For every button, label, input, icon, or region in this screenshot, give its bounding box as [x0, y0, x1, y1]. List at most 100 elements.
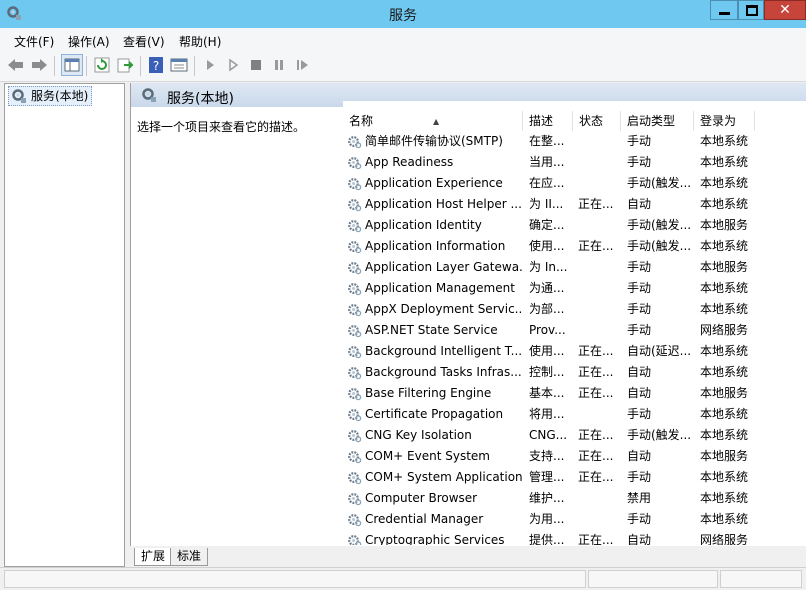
start-alt-icon[interactable] — [223, 55, 243, 75]
service-name: COM+ System Application — [365, 470, 523, 484]
column-header-logon-as[interactable]: 登录为 — [694, 111, 755, 131]
service-logon-as: 本地系统 — [700, 365, 749, 379]
table-row[interactable]: Application Identity 确定... 手动(触发... 本地服务 — [343, 215, 755, 236]
service-name: 简单邮件传输协议(SMTP) — [365, 134, 503, 148]
toolbar-separator — [54, 56, 55, 76]
column-header-status[interactable]: 状态 — [573, 111, 621, 131]
table-row[interactable]: Application Management 为通... 手动 本地系统 — [343, 278, 755, 299]
back-icon[interactable] — [6, 55, 26, 75]
service-description: 支持... — [529, 449, 565, 463]
column-header-description[interactable]: 描述 — [523, 111, 573, 131]
status-segment — [588, 570, 718, 588]
export-icon[interactable] — [115, 55, 135, 75]
table-row[interactable]: ASP.NET State Service Prov... 手动 网络服务 — [343, 320, 755, 341]
pause-icon[interactable] — [269, 55, 289, 75]
service-logon-as: 本地系统 — [700, 407, 749, 421]
table-row[interactable]: Application Layer Gatewa... 为 In... 手动 本地服务 — [343, 257, 755, 278]
table-row[interactable]: Application Information 使用... 正在... 手动(触发..… — [343, 236, 755, 257]
service-status — [578, 509, 620, 530]
minimize-button[interactable] — [710, 0, 738, 20]
tab-standard[interactable]: 标准 — [170, 548, 209, 566]
service-description: 提供... — [529, 533, 565, 545]
refresh-icon[interactable] — [92, 55, 112, 75]
tab-extended[interactable]: 扩展 — [134, 548, 173, 566]
table-row[interactable]: Application Host Helper ... 为 II... 正在... 自… — [343, 194, 755, 215]
service-name-cell: Application Layer Gatewa... — [347, 257, 523, 278]
service-gear-icon — [348, 304, 362, 317]
column-header-startup-type[interactable]: 启动类型 — [621, 111, 694, 131]
service-startup-type: 手动 — [627, 302, 652, 316]
forward-icon[interactable] — [29, 55, 49, 75]
table-row[interactable]: COM+ System Application 管理... 正在... 手动 本地系统 — [343, 467, 755, 488]
table-row[interactable]: CNG Key Isolation CNG... 正在... 手动(触发... 本地系统 — [343, 425, 755, 446]
service-logon-as: 本地系统 — [700, 470, 749, 484]
service-logon-as: 本地系统 — [700, 512, 749, 526]
service-name-cell: Background Intelligent T... — [347, 341, 523, 362]
table-row[interactable]: Cryptographic Services 提供... 正在... 自动 网络服务 — [343, 530, 755, 545]
service-logon-as: 网络服务 — [700, 323, 749, 337]
menu-help[interactable]: 帮助(H) — [179, 33, 221, 50]
service-startup-type: 手动 — [627, 281, 652, 295]
service-gear-icon — [348, 346, 362, 359]
tree-item-label: 服务(本地) — [31, 89, 89, 103]
properties-icon[interactable] — [169, 55, 189, 75]
service-startup-type: 手动(触发... — [627, 428, 692, 442]
service-name: App Readiness — [365, 155, 454, 169]
table-row[interactable]: 简单邮件传输协议(SMTP) 在整... 手动 本地系统 — [343, 131, 755, 152]
services-table: 名称 ▲ 描述 状态 启动类型 登录为 简单邮件传输协议(SMTP) 在整... 手… — [343, 101, 806, 545]
table-row[interactable]: Computer Browser 维护... 禁用 本地系统 — [343, 488, 755, 509]
service-gear-icon — [348, 136, 362, 149]
table-row[interactable]: Base Filtering Engine 基本... 正在... 自动 本地服务 — [343, 383, 755, 404]
close-button[interactable]: ✕ — [764, 0, 806, 20]
menu-file[interactable]: 文件(F) — [14, 33, 54, 50]
service-description: 为通... — [529, 281, 565, 295]
service-description: 管理... — [529, 470, 565, 484]
service-name: Credential Manager — [365, 512, 484, 526]
show-tree-icon[interactable] — [61, 54, 83, 76]
service-name-cell: Application Information — [347, 236, 523, 257]
service-startup-type: 自动 — [627, 533, 652, 545]
table-header: 名称 ▲ 描述 状态 启动类型 登录为 — [343, 111, 755, 131]
service-name: Application Information — [365, 239, 506, 253]
service-logon-as: 本地系统 — [700, 344, 749, 358]
service-name-cell: ASP.NET State Service — [347, 320, 523, 341]
service-gear-icon — [348, 262, 362, 275]
service-status — [578, 257, 620, 278]
service-logon-as: 本地系统 — [700, 134, 749, 148]
table-row[interactable]: Application Experience 在应... 手动(触发... 本地系统 — [343, 173, 755, 194]
service-logon-as: 本地系统 — [700, 197, 749, 211]
service-status — [578, 320, 620, 341]
table-row[interactable]: Certificate Propagation 将用... 手动 本地系统 — [343, 404, 755, 425]
tree-item-services-local[interactable]: 服务(本地) — [8, 86, 93, 106]
service-status — [578, 152, 620, 173]
stop-icon[interactable] — [246, 55, 266, 75]
menu-action[interactable]: 操作(A) — [68, 33, 110, 50]
help-icon[interactable]: ? — [146, 55, 166, 75]
table-row[interactable]: Credential Manager 为用... 手动 本地系统 — [343, 509, 755, 530]
service-description: CNG... — [529, 428, 568, 442]
table-row[interactable]: AppX Deployment Servic... 为部... 手动 本地系统 — [343, 299, 755, 320]
menu-view[interactable]: 查看(V) — [123, 33, 165, 50]
table-row[interactable]: Background Intelligent T... 使用... 正在... 自动(… — [343, 341, 755, 362]
start-icon[interactable] — [200, 55, 220, 75]
service-startup-type: 手动 — [627, 470, 652, 484]
service-name-cell: Base Filtering Engine — [347, 383, 523, 404]
restart-icon[interactable] — [292, 55, 312, 75]
service-description: 当用... — [529, 155, 565, 169]
service-status — [578, 173, 620, 194]
service-gear-icon — [348, 535, 362, 545]
service-startup-type: 手动(触发... — [627, 239, 692, 253]
column-header-name[interactable]: 名称 ▲ — [343, 111, 523, 131]
table-row[interactable]: COM+ Event System 支持... 正在... 自动 本地服务 — [343, 446, 755, 467]
service-startup-type: 自动 — [627, 365, 652, 379]
title-bar: 服务 ✕ — [0, 0, 806, 28]
service-description: 使用... — [529, 239, 565, 253]
maximize-icon — [746, 5, 758, 16]
service-name-cell: COM+ System Application — [347, 467, 523, 488]
service-gear-icon — [348, 178, 362, 191]
service-status: 正在... — [578, 197, 614, 211]
service-gear-icon — [348, 451, 362, 464]
table-row[interactable]: App Readiness 当用... 手动 本地系统 — [343, 152, 755, 173]
maximize-button[interactable] — [738, 0, 764, 20]
table-row[interactable]: Background Tasks Infras... 控制... 正在... 自动 本地… — [343, 362, 755, 383]
